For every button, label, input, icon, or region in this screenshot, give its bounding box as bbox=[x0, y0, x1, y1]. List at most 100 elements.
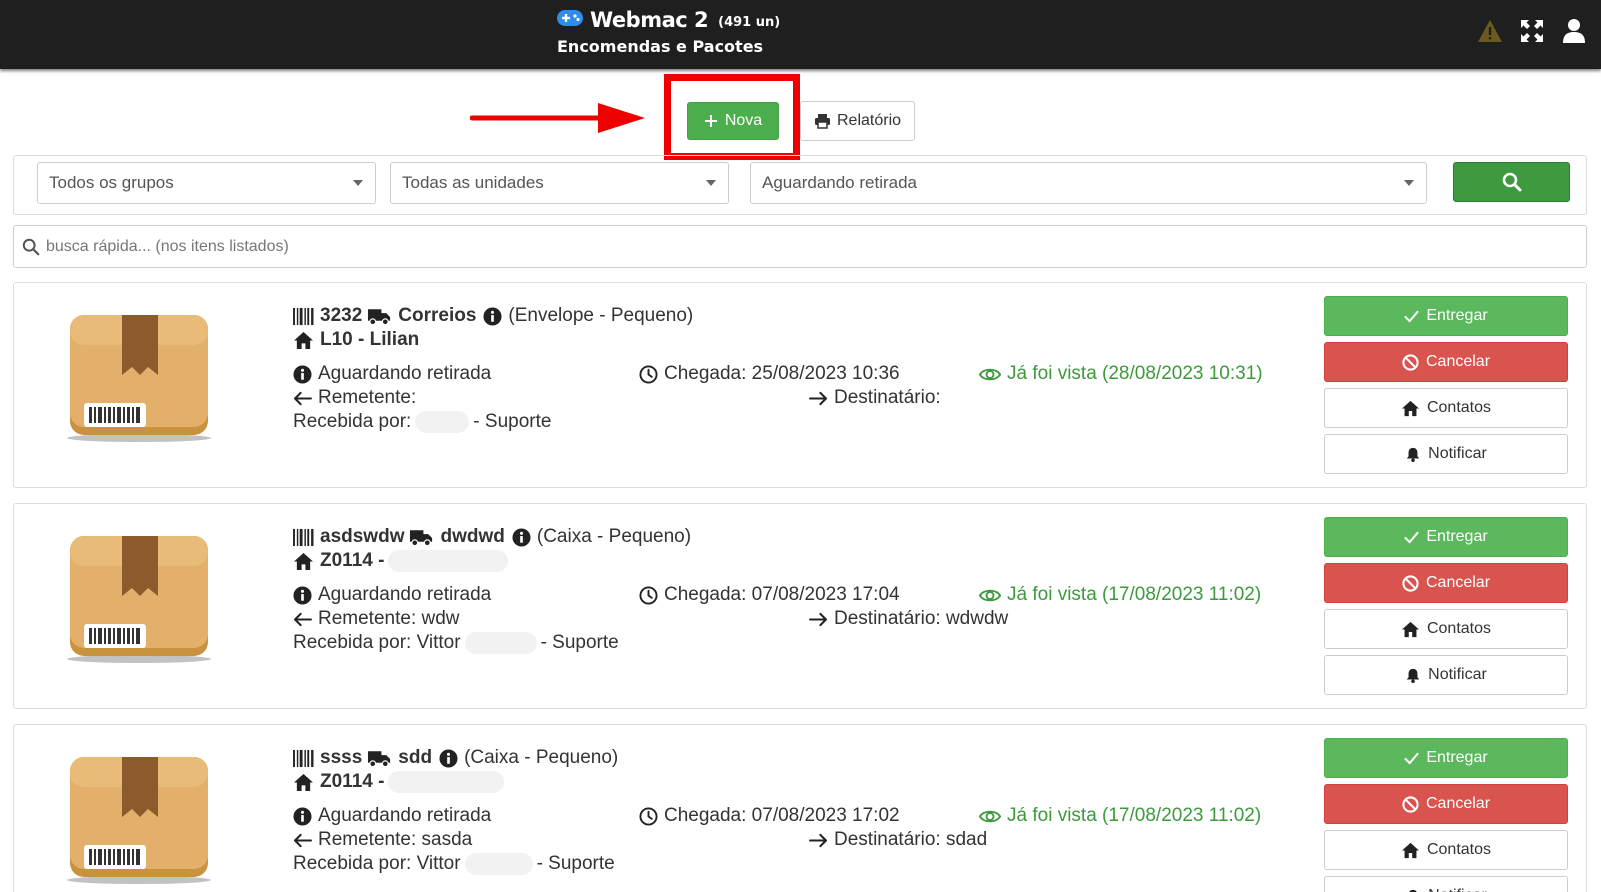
chevron-down-icon bbox=[1404, 180, 1414, 186]
truck-icon bbox=[367, 748, 392, 768]
redacted-text bbox=[464, 632, 537, 654]
package-unit: L10 - Lilian bbox=[320, 329, 420, 350]
arrow-left-icon bbox=[293, 391, 312, 406]
status-select[interactable]: Aguardando retirada bbox=[750, 162, 1427, 204]
package-title-line: 3232 Correios (Envelope - Pequeno) bbox=[293, 305, 693, 327]
ban-icon bbox=[1402, 796, 1419, 813]
package-box-icon bbox=[64, 313, 214, 443]
package-box-icon bbox=[64, 755, 214, 885]
redacted-text bbox=[388, 771, 505, 793]
package-card: asdswdw dwdwd (Caixa - Pequeno) Z0114 - … bbox=[13, 503, 1587, 709]
info-icon[interactable] bbox=[483, 307, 502, 326]
package-received-prefix: Recebida por: Vittor bbox=[293, 632, 461, 653]
printer-icon bbox=[814, 114, 830, 129]
info-icon bbox=[293, 807, 312, 826]
package-arrival-text: Chegada: 07/08/2023 17:02 bbox=[664, 805, 900, 826]
arrow-left-icon bbox=[293, 833, 312, 848]
package-status-text: Aguardando retirada bbox=[318, 805, 492, 826]
package-sender: Remetente: sasda bbox=[293, 829, 472, 851]
search-button[interactable] bbox=[1453, 162, 1570, 202]
new-package-label: Nova bbox=[724, 112, 763, 129]
app-count: (491 un) bbox=[718, 14, 781, 30]
notify-label: Notificar bbox=[1428, 887, 1487, 892]
package-received-suffix: - Suporte bbox=[536, 853, 615, 874]
package-title-line: asdswdw dwdwd (Caixa - Pequeno) bbox=[293, 526, 691, 548]
unit-select[interactable]: Todas as unidades bbox=[390, 162, 729, 204]
notify-label: Notificar bbox=[1428, 666, 1487, 683]
info-icon bbox=[293, 365, 312, 384]
package-arrival-text: Chegada: 25/08/2023 10:36 bbox=[664, 363, 900, 384]
info-icon[interactable] bbox=[439, 749, 458, 768]
contacts-button[interactable]: Contatos bbox=[1324, 388, 1568, 428]
plus-icon bbox=[704, 115, 717, 127]
deliver-button[interactable]: Entregar bbox=[1324, 517, 1568, 557]
new-package-button[interactable]: Nova bbox=[687, 102, 779, 140]
package-received-by: Recebida por: Vittor - Suporte bbox=[293, 632, 619, 654]
contacts-label: Contatos bbox=[1426, 841, 1492, 858]
package-actions: Entregar Cancelar Contatos Notificar bbox=[1324, 296, 1568, 480]
barcode-icon bbox=[293, 307, 314, 326]
group-select[interactable]: Todos os grupos bbox=[37, 162, 376, 204]
contacts-label: Contatos bbox=[1426, 399, 1492, 416]
package-status: Aguardando retirada bbox=[293, 584, 491, 606]
deliver-label: Entregar bbox=[1426, 528, 1488, 545]
bell-icon bbox=[1405, 667, 1421, 684]
notify-button[interactable]: Notificar bbox=[1324, 434, 1568, 474]
package-seen-text: Já foi vista (28/08/2023 10:31) bbox=[1007, 363, 1263, 384]
gamepad-icon bbox=[556, 9, 584, 31]
arrow-right-icon bbox=[809, 612, 828, 627]
eye-icon bbox=[979, 587, 1001, 604]
package-arrival: Chegada: 07/08/2023 17:04 bbox=[639, 584, 900, 606]
notify-button[interactable]: Notificar bbox=[1324, 655, 1568, 695]
deliver-button[interactable]: Entregar bbox=[1324, 296, 1568, 336]
package-received-prefix: Recebida por: bbox=[293, 411, 412, 432]
cancel-button[interactable]: Cancelar bbox=[1324, 342, 1568, 382]
package-recipient: Destinatário: bbox=[809, 387, 941, 409]
arrow-right-icon bbox=[809, 391, 828, 406]
quick-search-input[interactable]: busca rápida... (nos itens listados) bbox=[13, 225, 1587, 268]
package-sender-text: Remetente: bbox=[318, 387, 417, 408]
package-arrival: Chegada: 25/08/2023 10:36 bbox=[639, 363, 900, 385]
package-arrival-text: Chegada: 07/08/2023 17:04 bbox=[664, 584, 900, 605]
package-sender-text: Remetente: wdw bbox=[318, 608, 460, 629]
package-title-line: ssss sdd (Caixa - Pequeno) bbox=[293, 747, 618, 769]
fullscreen-icon[interactable] bbox=[1519, 18, 1545, 44]
package-received-prefix: Recebida por: Vittor bbox=[293, 853, 461, 874]
contacts-button[interactable]: Contatos bbox=[1324, 609, 1568, 649]
package-sender: Remetente: wdw bbox=[293, 608, 460, 630]
check-icon bbox=[1404, 752, 1419, 765]
status-select-value: Aguardando retirada bbox=[762, 173, 918, 192]
notify-button[interactable]: Notificar bbox=[1324, 876, 1568, 892]
brand[interactable]: Webmac 2 (491 un) Encomendas e Pacotes bbox=[556, 8, 780, 56]
eye-icon bbox=[979, 366, 1001, 383]
report-label: Relatório bbox=[836, 112, 902, 129]
package-carrier: sdd bbox=[398, 747, 433, 768]
home-icon bbox=[1401, 400, 1420, 417]
package-received-by: Recebida por: Vittor - Suporte bbox=[293, 853, 615, 875]
user-icon[interactable] bbox=[1561, 18, 1587, 44]
contacts-button[interactable]: Contatos bbox=[1324, 830, 1568, 870]
deliver-label: Entregar bbox=[1426, 749, 1488, 766]
report-button[interactable]: Relatório bbox=[800, 101, 915, 141]
barcode-icon bbox=[293, 528, 314, 547]
package-unit-line: L10 - Lilian bbox=[293, 329, 419, 351]
package-received-suffix: - Suporte bbox=[473, 411, 552, 432]
package-code: asdswdw bbox=[320, 526, 405, 547]
package-seen: Já foi vista (17/08/2023 11:02) bbox=[979, 805, 1261, 827]
clock-icon bbox=[639, 807, 658, 826]
cancel-button[interactable]: Cancelar bbox=[1324, 563, 1568, 603]
bell-icon bbox=[1405, 446, 1421, 463]
group-select-value: Todos os grupos bbox=[49, 173, 174, 192]
deliver-button[interactable]: Entregar bbox=[1324, 738, 1568, 778]
info-icon[interactable] bbox=[512, 528, 531, 547]
package-recipient-text: Destinatário: bbox=[834, 387, 941, 408]
home-icon bbox=[1401, 842, 1420, 859]
package-recipient-text: Destinatário: sdad bbox=[834, 829, 988, 850]
package-code: ssss bbox=[320, 747, 363, 768]
cancel-button[interactable]: Cancelar bbox=[1324, 784, 1568, 824]
home-icon bbox=[293, 773, 314, 792]
warning-icon[interactable] bbox=[1477, 18, 1503, 44]
redacted-text bbox=[388, 550, 509, 572]
package-actions: Entregar Cancelar Contatos Notificar bbox=[1324, 738, 1568, 892]
package-type: (Caixa - Pequeno) bbox=[464, 747, 619, 768]
